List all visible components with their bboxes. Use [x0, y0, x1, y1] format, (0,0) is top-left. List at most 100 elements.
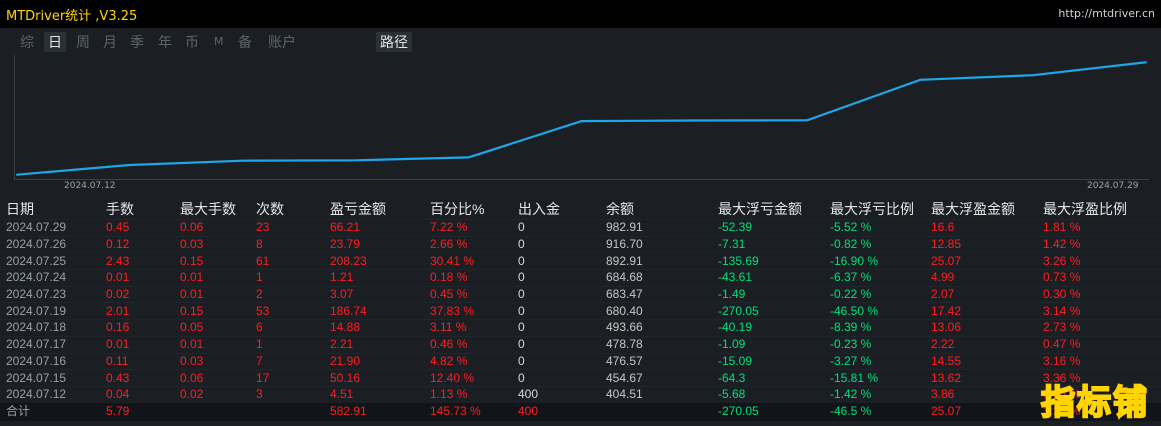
max-float-profit-cell: 13.62 [925, 369, 1037, 387]
app-title: MTDriver统计 ,V3.25 [6, 9, 138, 24]
header-count[interactable]: 次数 [250, 198, 324, 220]
website-link[interactable]: http://mtdriver.cn [1058, 7, 1155, 20]
balance-cell: 683.47 [600, 285, 712, 303]
max-float-profit-cell: 12.85 [925, 235, 1037, 253]
tab-day[interactable]: 日 [44, 32, 66, 52]
date-cell: 2024.07.12 [0, 385, 100, 403]
lots-cell: 0.02 [100, 285, 174, 303]
tab-year[interactable]: 年 [158, 32, 172, 52]
total-max-float-loss-pct-cell: -46.5 % [824, 402, 925, 421]
table-row[interactable]: 2024.07.29 0.45 0.06 23 66.21 7.22 % 0 982.91 -5… [0, 219, 1161, 237]
deposit-cell: 0 [512, 352, 600, 370]
max-float-profit-cell: 17.42 [925, 302, 1037, 320]
balance-cell: 478.78 [600, 335, 712, 353]
period-tabs: 综 日 周 月 季 年 币 M 备 账户 路径 [0, 30, 1161, 52]
max-float-loss-pct-cell: -3.27 % [824, 352, 925, 370]
percent-cell: 12.40 % [424, 369, 512, 387]
tab-account[interactable]: 账户 [268, 32, 296, 52]
table-row[interactable]: 2024.07.24 0.01 0.01 1 1.21 0.18 % 0 684.68 -43.… [0, 269, 1161, 287]
max-lots-cell: 0.15 [174, 252, 250, 270]
date-cell: 2024.07.17 [0, 335, 100, 353]
date-cell: 2024.07.26 [0, 235, 100, 253]
count-cell: 8 [250, 235, 324, 253]
header-balance[interactable]: 余额 [600, 198, 712, 220]
table-row[interactable]: 2024.07.12 0.04 0.02 3 4.51 1.13 % 400 404.51 -5… [0, 385, 1161, 403]
balance-cell: 684.68 [600, 269, 712, 287]
tab-notes[interactable]: 备 [238, 32, 252, 52]
lots-cell: 0.12 [100, 235, 174, 253]
tab-quarter[interactable]: 季 [130, 32, 144, 52]
balance-cell: 454.67 [600, 369, 712, 387]
header-max-float-loss[interactable]: 最大浮亏金额 [712, 198, 824, 220]
balance-cell: 892.91 [600, 252, 712, 270]
percent-cell: 0.18 % [424, 269, 512, 287]
profit-cell: 186.74 [324, 302, 424, 320]
table-row[interactable]: 2024.07.25 2.43 0.15 61 208.23 30.41 % 0 892.91… [0, 252, 1161, 270]
tab-currency[interactable]: 币 [185, 32, 199, 52]
date-cell: 2024.07.23 [0, 285, 100, 303]
tab-summary[interactable]: 综 [20, 32, 34, 52]
max-float-profit-pct-cell: 0.73 % [1037, 269, 1161, 287]
header-percent[interactable]: 百分比% [424, 198, 512, 220]
max-float-profit-cell: 14.55 [925, 352, 1037, 370]
profit-cell: 21.90 [324, 352, 424, 370]
count-cell: 17 [250, 369, 324, 387]
date-cell: 2024.07.29 [0, 219, 100, 237]
max-lots-cell: 0.02 [174, 385, 250, 403]
max-lots-cell: 0.06 [174, 219, 250, 237]
max-float-profit-pct-cell: 0.47 % [1037, 335, 1161, 353]
max-float-loss-cell: -64.3 [712, 369, 824, 387]
table-row[interactable]: 2024.07.26 0.12 0.03 8 23.79 2.66 % 0 916.70 -7.… [0, 235, 1161, 253]
lots-cell: 0.45 [100, 219, 174, 237]
percent-cell: 4.82 % [424, 352, 512, 370]
header-date[interactable]: 日期 [0, 198, 100, 220]
balance-cell: 493.66 [600, 319, 712, 337]
table-row[interactable]: 2024.07.19 2.01 0.15 53 186.74 37.83 % 0 680.40… [0, 302, 1161, 320]
header-max-float-profit[interactable]: 最大浮盈金额 [925, 198, 1037, 220]
max-float-profit-pct-cell: 3.16 % [1037, 352, 1161, 370]
max-float-loss-pct-cell: -0.82 % [824, 235, 925, 253]
header-deposit[interactable]: 出入金 [512, 198, 600, 220]
tab-m[interactable]: M [214, 35, 224, 48]
title-bar: MTDriver统计 ,V3.25 http://mtdriver.cn [0, 0, 1161, 28]
max-float-loss-pct-cell: -46.50 % [824, 302, 925, 320]
header-lots[interactable]: 手数 [100, 198, 174, 220]
lots-cell: 0.01 [100, 269, 174, 287]
lots-cell: 0.01 [100, 335, 174, 353]
max-float-loss-cell: -7.31 [712, 235, 824, 253]
total-count-cell [250, 402, 324, 421]
lots-cell: 0.11 [100, 352, 174, 370]
balance-cell: 680.40 [600, 302, 712, 320]
total-balance-cell [600, 402, 712, 421]
balance-cell: 982.91 [600, 219, 712, 237]
tab-month[interactable]: 月 [103, 32, 117, 52]
date-cell: 2024.07.18 [0, 319, 100, 337]
table-row[interactable]: 2024.07.16 0.11 0.03 7 21.90 4.82 % 0 476.57 -15… [0, 352, 1161, 370]
header-max-float-profit-pct[interactable]: 最大浮盈比例 [1037, 198, 1161, 220]
table-row[interactable]: 2024.07.23 0.02 0.01 2 3.07 0.45 % 0 683.47 -1.4… [0, 285, 1161, 303]
tab-week[interactable]: 周 [76, 32, 90, 52]
max-lots-cell: 0.06 [174, 369, 250, 387]
deposit-cell: 0 [512, 369, 600, 387]
header-profit[interactable]: 盈亏金额 [324, 198, 424, 220]
table-row[interactable]: 2024.07.17 0.01 0.01 1 2.21 0.46 % 0 478.78 -1.0… [0, 335, 1161, 353]
max-float-profit-pct-cell: 3.14 % [1037, 302, 1161, 320]
balance-cell: 916.70 [600, 235, 712, 253]
lots-cell: 2.01 [100, 302, 174, 320]
balance-point [693, 119, 696, 122]
header-max-float-loss-pct[interactable]: 最大浮亏比例 [824, 198, 925, 220]
percent-cell: 3.11 % [424, 319, 512, 337]
table-header-row: 日期 手数 最大手数 次数 盈亏金额 百分比% 出入金 余额 最大浮亏金额 最大浮亏比例 最大浮盈金… [0, 198, 1161, 220]
total-percent-cell: 145.73 % [424, 402, 512, 421]
profit-cell: 14.88 [324, 319, 424, 337]
profit-cell: 4.51 [324, 385, 424, 403]
lots-cell: 0.16 [100, 319, 174, 337]
tab-path[interactable]: 路径 [376, 32, 412, 52]
table-row[interactable]: 2024.07.18 0.16 0.05 6 14.88 3.11 % 0 493.66 -40… [0, 319, 1161, 337]
total-max-float-profit-cell: 25.07 [925, 402, 1037, 421]
count-cell: 1 [250, 269, 324, 287]
table-row[interactable]: 2024.07.15 0.43 0.06 17 50.16 12.40 % 0 454.67-… [0, 369, 1161, 387]
header-max-lots[interactable]: 最大手数 [174, 198, 250, 220]
count-cell: 2 [250, 285, 324, 303]
deposit-cell: 0 [512, 319, 600, 337]
